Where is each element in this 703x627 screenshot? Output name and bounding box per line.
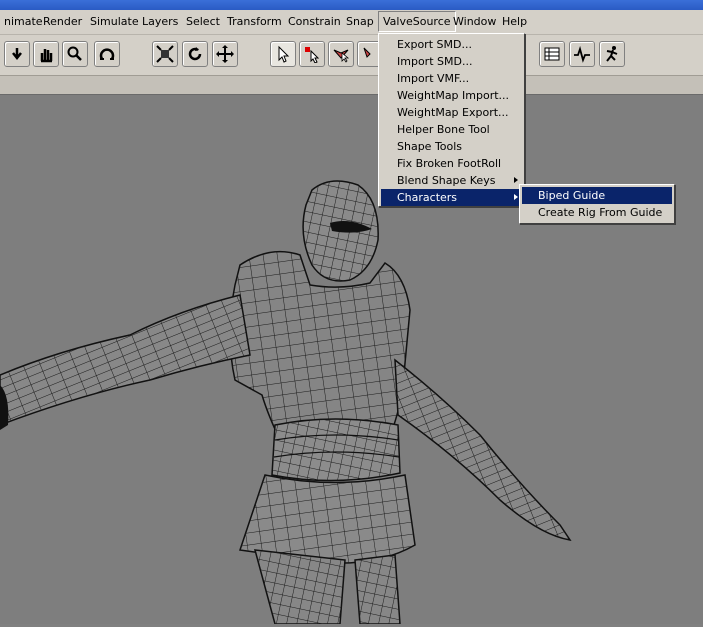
torso-mesh <box>229 250 411 441</box>
menu-window[interactable]: Window <box>449 12 500 31</box>
orbit-icon[interactable] <box>94 41 120 67</box>
menu-item-label: Characters <box>397 191 458 204</box>
menu-item-helper-bone-tool[interactable]: Helper Bone Tool <box>381 121 524 138</box>
menu-snap[interactable]: Snap <box>342 12 378 31</box>
rotate-icon[interactable] <box>182 41 208 67</box>
menu-item-characters[interactable]: Characters <box>381 189 524 206</box>
tool-shelf <box>0 35 703 75</box>
magnifier-icon[interactable] <box>62 41 88 67</box>
menu-constrain[interactable]: Constrain <box>284 12 345 31</box>
select-arrow-icon[interactable] <box>270 41 296 67</box>
select-red-icon[interactable] <box>299 41 325 67</box>
menu-item-shape-tools[interactable]: Shape Tools <box>381 138 524 155</box>
graph-editor-icon[interactable] <box>569 41 595 67</box>
menu-item-biped-guide[interactable]: Biped Guide <box>522 187 672 204</box>
menu-render[interactable]: Render <box>39 12 86 31</box>
menu-valvesource[interactable]: ValveSource <box>378 11 456 32</box>
lasso-select-icon[interactable] <box>328 41 354 67</box>
window-title-bar <box>0 0 703 10</box>
lower-body-mesh <box>239 474 416 625</box>
menu-item-import-vmf[interactable]: Import VMF... <box>381 70 524 87</box>
main-menubar: nimate Render Simulate Layers Select Tra… <box>0 10 703 35</box>
belt-mesh <box>271 418 401 482</box>
menu-item-import-smd[interactable]: Import SMD... <box>381 53 524 70</box>
grid-panel-icon[interactable] <box>539 41 565 67</box>
3d-viewport[interactable] <box>0 95 703 625</box>
right-arm-mesh <box>394 358 572 542</box>
menu-item-weightmap-import[interactable]: WeightMap Import... <box>381 87 524 104</box>
submenu-arrow-icon <box>514 177 518 183</box>
menu-select[interactable]: Select <box>182 12 224 31</box>
menu-help[interactable]: Help <box>498 12 531 31</box>
menu-item-label: Blend Shape Keys <box>397 174 496 187</box>
menu-item-export-smd[interactable]: Export SMD... <box>381 36 524 53</box>
menu-item-create-rig-from-guide[interactable]: Create Rig From Guide <box>522 204 672 221</box>
hand-icon[interactable] <box>33 41 59 67</box>
fit-view-icon[interactable] <box>152 41 178 67</box>
wireframe-character <box>0 180 572 625</box>
valvesource-dropdown: Export SMD... Import SMD... Import VMF..… <box>378 33 525 207</box>
down-arrow-icon[interactable] <box>4 41 30 67</box>
menu-transform[interactable]: Transform <box>223 12 286 31</box>
menu-item-blend-shape-keys[interactable]: Blend Shape Keys <box>381 172 524 189</box>
menu-item-weightmap-export[interactable]: WeightMap Export... <box>381 104 524 121</box>
character-pose-icon[interactable] <box>599 41 625 67</box>
menu-simulate[interactable]: Simulate <box>86 12 143 31</box>
submenu-arrow-icon <box>514 194 518 200</box>
menu-layers[interactable]: Layers <box>138 12 182 31</box>
characters-submenu: Biped Guide Create Rig From Guide <box>519 184 675 224</box>
head-mesh <box>302 180 379 282</box>
move-icon[interactable] <box>212 41 238 67</box>
shelf-strip <box>0 75 703 96</box>
left-arm-mesh <box>0 294 251 430</box>
menu-item-fix-broken-footroll[interactable]: Fix Broken FootRoll <box>381 155 524 172</box>
